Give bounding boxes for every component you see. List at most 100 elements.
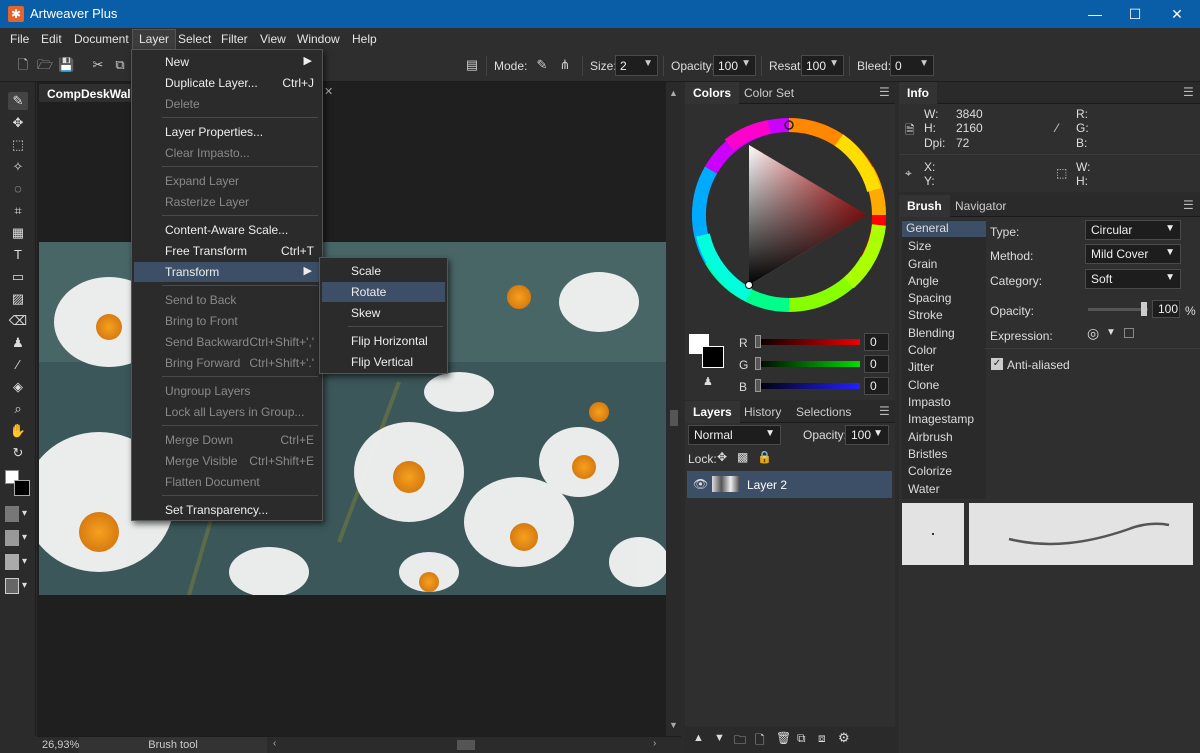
menu-send-backward[interactable]: Send Backward Ctrl+Shift+',' [134, 332, 320, 352]
method-select[interactable]: Mild Cover ▼ [1085, 244, 1181, 264]
panel-menu-icon[interactable]: ☰ [879, 405, 891, 417]
eraser-icon[interactable]: ⌫ [8, 312, 28, 330]
r-slider-thumb[interactable] [755, 335, 761, 348]
menu-flip-horizontal[interactable]: Flip Horizontal [322, 331, 445, 351]
menu-flip-vertical[interactable]: Flip Vertical [322, 352, 445, 372]
brush-presets-icon[interactable]: ▤ [464, 57, 480, 73]
duplicate-layer-icon[interactable]: ⧉ [797, 731, 806, 746]
b-slider[interactable] [755, 383, 860, 389]
brush-cat-grain[interactable]: Grain [908, 257, 937, 271]
background-color-swatch[interactable] [14, 480, 30, 496]
maximize-button[interactable]: ☐ [1115, 0, 1155, 28]
brush-cat-colorize[interactable]: Colorize [908, 464, 952, 478]
tab-brush[interactable]: Brush [899, 195, 950, 217]
chevron-down-icon[interactable]: ▾ [22, 556, 27, 567]
magic-wand-icon[interactable]: ✧ [8, 158, 28, 176]
menu-clear-impasto[interactable]: Clear Impasto... [134, 143, 320, 163]
copy-icon[interactable]: ⧉ [112, 57, 128, 73]
merge-layer-icon[interactable]: ⧈ [818, 731, 826, 746]
menu-window[interactable]: Window [297, 32, 340, 46]
text-tool-icon[interactable]: T [8, 246, 28, 264]
tab-colors[interactable]: Colors [685, 82, 740, 104]
brush-cat-impasto[interactable]: Impasto [908, 395, 951, 409]
eye-icon[interactable]: 👁 [693, 477, 708, 491]
tab-info[interactable]: Info [899, 82, 937, 104]
scroll-right-icon[interactable]: › [653, 738, 656, 749]
menu-layer-properties[interactable]: Layer Properties... [134, 122, 320, 142]
menu-view[interactable]: View [260, 32, 286, 46]
crop-icon[interactable]: ⌗ [8, 202, 28, 220]
pattern-icon[interactable] [5, 530, 19, 546]
menu-layer[interactable]: Layer [132, 29, 177, 50]
lock-transparency-icon[interactable]: ▩ [737, 450, 748, 464]
chevron-down-icon[interactable]: ▾ [22, 532, 27, 543]
b-slider-thumb[interactable] [755, 379, 761, 392]
bleed-select[interactable]: 0 ▼ [890, 55, 934, 76]
layer-name[interactable]: Layer 2 [747, 478, 787, 492]
chevron-down-icon[interactable]: ▼ [1106, 327, 1116, 338]
menu-merge-down[interactable]: Merge Down Ctrl+E [134, 430, 320, 450]
stamp-icon[interactable]: ♟ [8, 334, 28, 352]
menu-duplicate-layer[interactable]: Duplicate Layer... Ctrl+J [134, 73, 320, 93]
move-tool-icon[interactable]: ✥ [8, 114, 28, 132]
menu-bring-forward[interactable]: Bring Forward Ctrl+Shift+'.' [134, 353, 320, 373]
brush-cat-size[interactable]: Size [908, 239, 931, 253]
chevron-down-icon[interactable]: ▾ [22, 508, 27, 519]
brush-tool-icon[interactable]: ✎ [8, 92, 28, 110]
minimize-button[interactable]: — [1075, 0, 1115, 28]
tab-selections[interactable]: Selections [796, 405, 851, 419]
brush-cat-color[interactable]: Color [908, 343, 937, 357]
move-layer-up-icon[interactable]: ▲ [693, 732, 704, 744]
menu-send-to-back[interactable]: Send to Back [134, 290, 320, 310]
color-wheel[interactable] [689, 115, 889, 315]
category-select[interactable]: Soft ▼ [1085, 269, 1181, 289]
hand-icon[interactable]: ✋ [8, 422, 28, 440]
brush-cat-general[interactable]: General [902, 221, 986, 237]
panel-menu-icon[interactable]: ☰ [1183, 86, 1195, 98]
expression-settings-icon[interactable] [1124, 328, 1134, 338]
b-value[interactable]: 0 [864, 377, 889, 395]
open-folder-icon[interactable]: 🗁 [37, 57, 53, 73]
document-tab[interactable]: CompDeskWalCo [39, 84, 135, 102]
new-document-icon[interactable]: 🗋 [15, 57, 31, 73]
r-slider[interactable] [755, 339, 860, 345]
menu-file[interactable]: File [10, 32, 29, 46]
new-group-icon[interactable]: 🗀 [734, 731, 746, 752]
menu-ungroup-layers[interactable]: Ungroup Layers [134, 381, 320, 401]
layer-opacity-select[interactable]: 100 ▼ [845, 425, 889, 445]
brush-cat-imagestamp[interactable]: Imagestamp [908, 412, 974, 426]
panel-menu-icon[interactable]: ☰ [879, 86, 891, 98]
menu-filter[interactable]: Filter [221, 32, 248, 46]
menu-delete[interactable]: Delete [134, 94, 320, 114]
tab-navigator[interactable]: Navigator [955, 199, 1006, 213]
menu-skew[interactable]: Skew [322, 303, 445, 323]
chevron-down-icon[interactable]: ▾ [22, 580, 27, 591]
tab-layers[interactable]: Layers [685, 401, 740, 423]
shape-tool-icon[interactable]: ▭ [8, 268, 28, 286]
close-tab-icon[interactable]: ✕ [324, 85, 333, 98]
brush-opacity-thumb[interactable] [1141, 302, 1147, 316]
mode-bristle-icon[interactable]: ⋔ [557, 57, 573, 73]
gradient-icon[interactable]: ▨ [8, 290, 28, 308]
secondary-color-swatch[interactable] [702, 346, 724, 368]
brush-cat-airbrush[interactable]: Airbrush [908, 430, 953, 444]
menu-lock-all-layers[interactable]: Lock all Layers in Group... [134, 402, 320, 422]
expression-icon[interactable]: ◎ [1087, 325, 1099, 342]
brush-opacity-value[interactable]: 100 [1152, 300, 1180, 318]
lock-position-icon[interactable]: ✥ [717, 450, 727, 464]
scroll-down-icon[interactable]: ▼ [669, 720, 678, 730]
grid-icon[interactable]: ▦ [8, 224, 28, 242]
hscroll-thumb[interactable] [457, 740, 475, 750]
brush-cat-spacing[interactable]: Spacing [908, 291, 951, 305]
layer-row[interactable]: 👁 Layer 2 [687, 471, 892, 498]
layer-settings-icon[interactable]: ⚙ [838, 730, 850, 746]
mode-paint-icon[interactable]: ✎ [534, 57, 550, 73]
delete-layer-icon[interactable]: 🗑 [776, 731, 791, 745]
menu-scale[interactable]: Scale [322, 261, 445, 281]
menu-merge-visible[interactable]: Merge Visible Ctrl+Shift+E [134, 451, 320, 471]
move-layer-down-icon[interactable]: ▼ [714, 732, 725, 744]
menu-expand-layer[interactable]: Expand Layer [134, 171, 320, 191]
stamp-color-icon[interactable]: ♟ [703, 375, 713, 388]
menu-document[interactable]: Document [74, 32, 129, 46]
zoom-level[interactable]: 26,93% [42, 739, 79, 751]
